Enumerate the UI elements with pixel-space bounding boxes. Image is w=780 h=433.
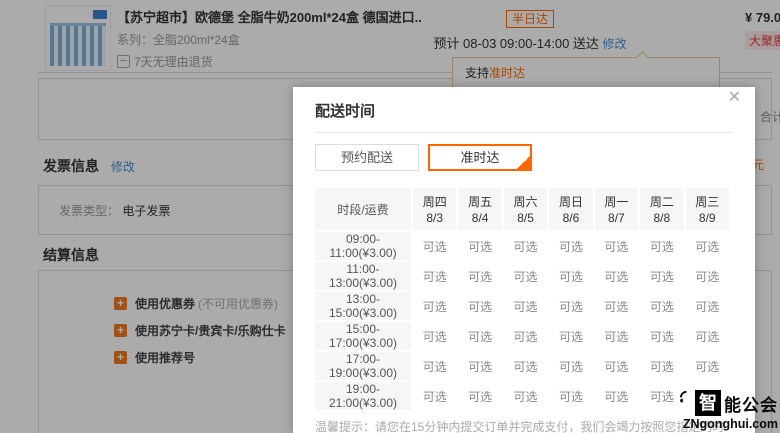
day-header: 周二 8/8	[640, 188, 684, 230]
slot-cell[interactable]: 可选	[458, 322, 502, 350]
selected-check-icon: ✓	[523, 155, 530, 164]
watermark-logo-row: 智 能公会	[679, 390, 778, 416]
watermark-domain: ZNgonghui.com	[682, 417, 778, 431]
slot-time: 11:00-13:00(¥3.00)	[315, 262, 411, 290]
tab-reserved-delivery[interactable]: 预约配送	[315, 144, 419, 171]
checkout-page: 【苏宁超市】欧德堡 全脂牛奶200ml*24盒 德国进口.. 系列：全脂200m…	[0, 0, 780, 433]
slot-cell[interactable]: 可选	[503, 232, 548, 260]
modal-divider	[315, 132, 733, 133]
slot-time: 15:00-17:00(¥3.00)	[315, 322, 411, 350]
slot-row: 15:00-17:00(¥3.00) 可选 可选 可选 可选 可选 可选 可选	[315, 322, 729, 350]
slot-cell[interactable]: 可选	[413, 322, 457, 350]
slot-row: 09:00-11:00(¥3.00) 可选 可选 可选 可选 可选 可选 可选	[315, 232, 729, 260]
slot-cell[interactable]: 可选	[458, 382, 502, 410]
slot-time: 09:00-11:00(¥3.00)	[315, 232, 411, 260]
slot-cell[interactable]: 可选	[594, 262, 639, 290]
slot-row: 17:00-19:00(¥3.00) 可选 可选 可选 可选 可选 可选 可选	[315, 352, 729, 380]
slot-cell[interactable]: 可选	[458, 262, 502, 290]
slot-cell[interactable]: 可选	[685, 292, 729, 320]
day-header: 周日 8/6	[549, 188, 593, 230]
slot-cell[interactable]: 可选	[594, 322, 639, 350]
slot-row: 13:00-15:00(¥3.00) 可选 可选 可选 可选 可选 可选 可选	[315, 292, 729, 320]
slot-cell[interactable]: 可选	[413, 382, 457, 410]
slot-time: 17:00-19:00(¥3.00)	[315, 352, 411, 380]
watermark-logo-char: 智	[695, 390, 721, 416]
day-header: 周三 8/9	[685, 188, 729, 230]
slot-cell[interactable]: 可选	[413, 352, 457, 380]
slot-cell[interactable]: 可选	[640, 322, 684, 350]
watermark-brand: 能公会	[724, 395, 778, 415]
slot-cell[interactable]: 可选	[549, 322, 593, 350]
delivery-slot-table: 时段/运费 周四 8/3 周五 8/4 周六 8/5 周日 8/6 周一 8/7 周二 8/…	[313, 186, 731, 412]
slot-cell[interactable]: 可选	[640, 292, 684, 320]
slot-cell[interactable]: 可选	[458, 352, 502, 380]
day-header: 周四 8/3	[413, 188, 457, 230]
slot-cell[interactable]: 可选	[549, 232, 593, 260]
day-header: 周六 8/5	[503, 188, 548, 230]
slot-cell[interactable]: 可选	[549, 352, 593, 380]
modal-title: 配送时间	[315, 103, 376, 120]
slot-cell[interactable]: 可选	[413, 262, 457, 290]
slot-cell[interactable]: 可选	[503, 382, 548, 410]
slot-cell[interactable]: 可选	[503, 262, 548, 290]
slot-cell[interactable]: 可选	[503, 352, 548, 380]
slot-cell[interactable]: 可选	[640, 232, 684, 260]
day-header: 周五 8/4	[458, 188, 502, 230]
day-header: 周一 8/7	[594, 188, 639, 230]
slot-cell[interactable]: 可选	[549, 382, 593, 410]
slot-cell[interactable]: 可选	[413, 292, 457, 320]
slot-cell[interactable]: 可选	[594, 382, 639, 410]
slot-row: 11:00-13:00(¥3.00) 可选 可选 可选 可选 可选 可选 可选	[315, 262, 729, 290]
delivery-tabs: 预约配送 准时达 ✓	[315, 144, 733, 171]
slot-cell[interactable]: 可选	[594, 352, 639, 380]
slot-cell[interactable]: 可选	[685, 352, 729, 380]
slot-row: 19:00-21:00(¥3.00) 可选 可选 可选 可选 可选 可选 可选	[315, 382, 729, 410]
tab-ontime-label: 准时达	[460, 150, 500, 165]
table-header-row: 时段/运费 周四 8/3 周五 8/4 周六 8/5 周日 8/6 周一 8/7 周二 8/…	[315, 188, 729, 230]
slot-time: 19:00-21:00(¥3.00)	[315, 382, 411, 410]
slot-cell[interactable]: 可选	[458, 292, 502, 320]
slot-cell[interactable]: 可选	[549, 292, 593, 320]
slot-cell[interactable]: 可选	[640, 262, 684, 290]
modal-notice: 温馨提示：请您在15分钟内提交订单并完成支付，我们会竭力按照您指定的时间送达，但…	[315, 420, 725, 433]
slot-cell[interactable]: 可选	[685, 322, 729, 350]
modal-header: 配送时间 ✕	[315, 87, 741, 121]
slot-cell[interactable]: 可选	[594, 232, 639, 260]
slot-cell[interactable]: 可选	[503, 322, 548, 350]
znganghui-watermark: 智 能公会 ZNgonghui.com	[679, 390, 778, 431]
slot-cell[interactable]: 可选	[413, 232, 457, 260]
slot-cell[interactable]: 可选	[549, 262, 593, 290]
slot-cell[interactable]: 可选	[640, 382, 684, 410]
slot-cell[interactable]: 可选	[458, 232, 502, 260]
slot-cell[interactable]: 可选	[640, 352, 684, 380]
slot-cell[interactable]: 可选	[594, 292, 639, 320]
slot-time: 13:00-15:00(¥3.00)	[315, 292, 411, 320]
tab-ontime-delivery[interactable]: 准时达 ✓	[428, 144, 532, 171]
signal-icon	[679, 390, 687, 403]
slot-cell[interactable]: 可选	[685, 232, 729, 260]
close-icon[interactable]: ✕	[728, 87, 741, 107]
delivery-time-modal: 配送时间 ✕ 预约配送 准时达 ✓ 时段/运费 周四 8/3 周五 8/4 周六 8/…	[293, 87, 755, 433]
slot-cell[interactable]: 可选	[503, 292, 548, 320]
slot-cell[interactable]: 可选	[685, 262, 729, 290]
corner-header: 时段/运费	[315, 188, 411, 230]
